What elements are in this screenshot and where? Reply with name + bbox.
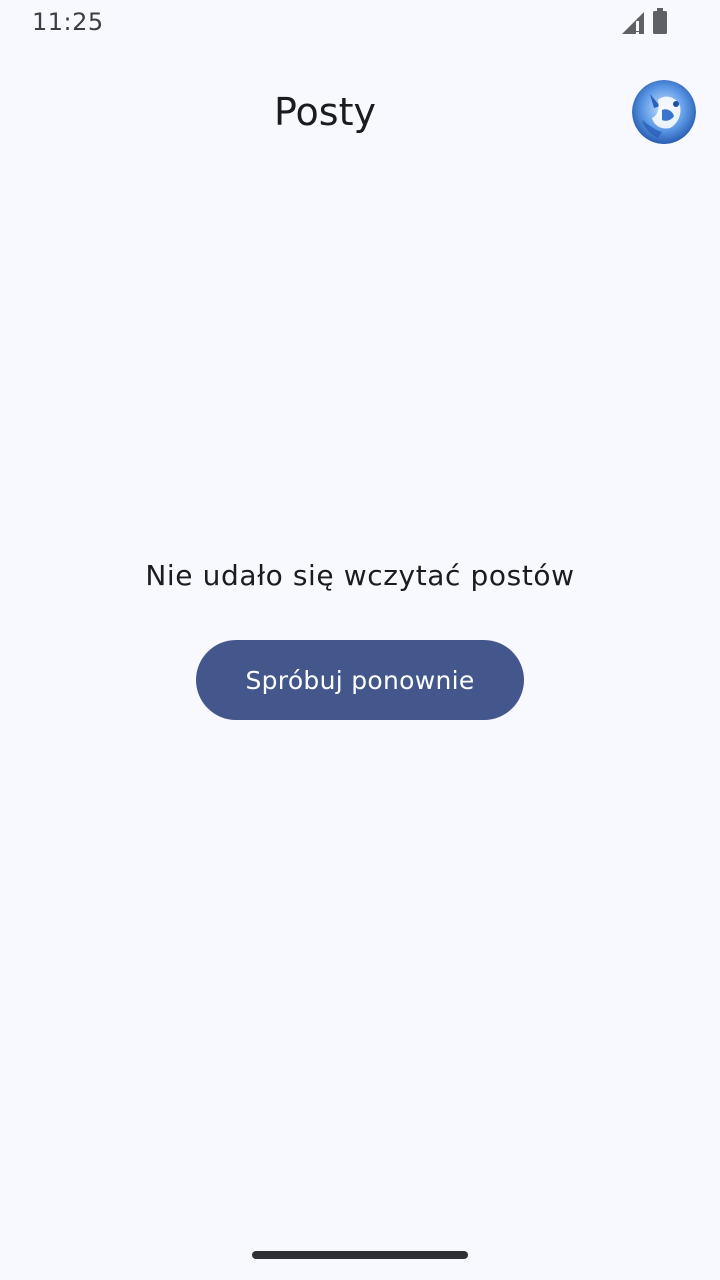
status-bar: 11:25 <box>0 0 720 48</box>
retry-button-label: Spróbuj ponownie <box>245 665 475 695</box>
error-message: Nie udało się wczytać postów <box>145 559 575 592</box>
status-icons <box>622 8 668 38</box>
status-time: 11:25 <box>32 8 104 36</box>
gesture-navigation-bar[interactable] <box>252 1251 468 1259</box>
profile-avatar-icon[interactable] <box>632 80 696 144</box>
app-screen: 11:25 Posty Nie udało się wczytać postów… <box>0 0 720 1280</box>
top-app-bar: Posty <box>0 64 720 160</box>
page-title: Posty <box>274 90 376 134</box>
battery-icon <box>652 8 668 38</box>
retry-button[interactable]: Spróbuj ponownie <box>196 640 524 720</box>
signal-icon <box>622 12 644 38</box>
